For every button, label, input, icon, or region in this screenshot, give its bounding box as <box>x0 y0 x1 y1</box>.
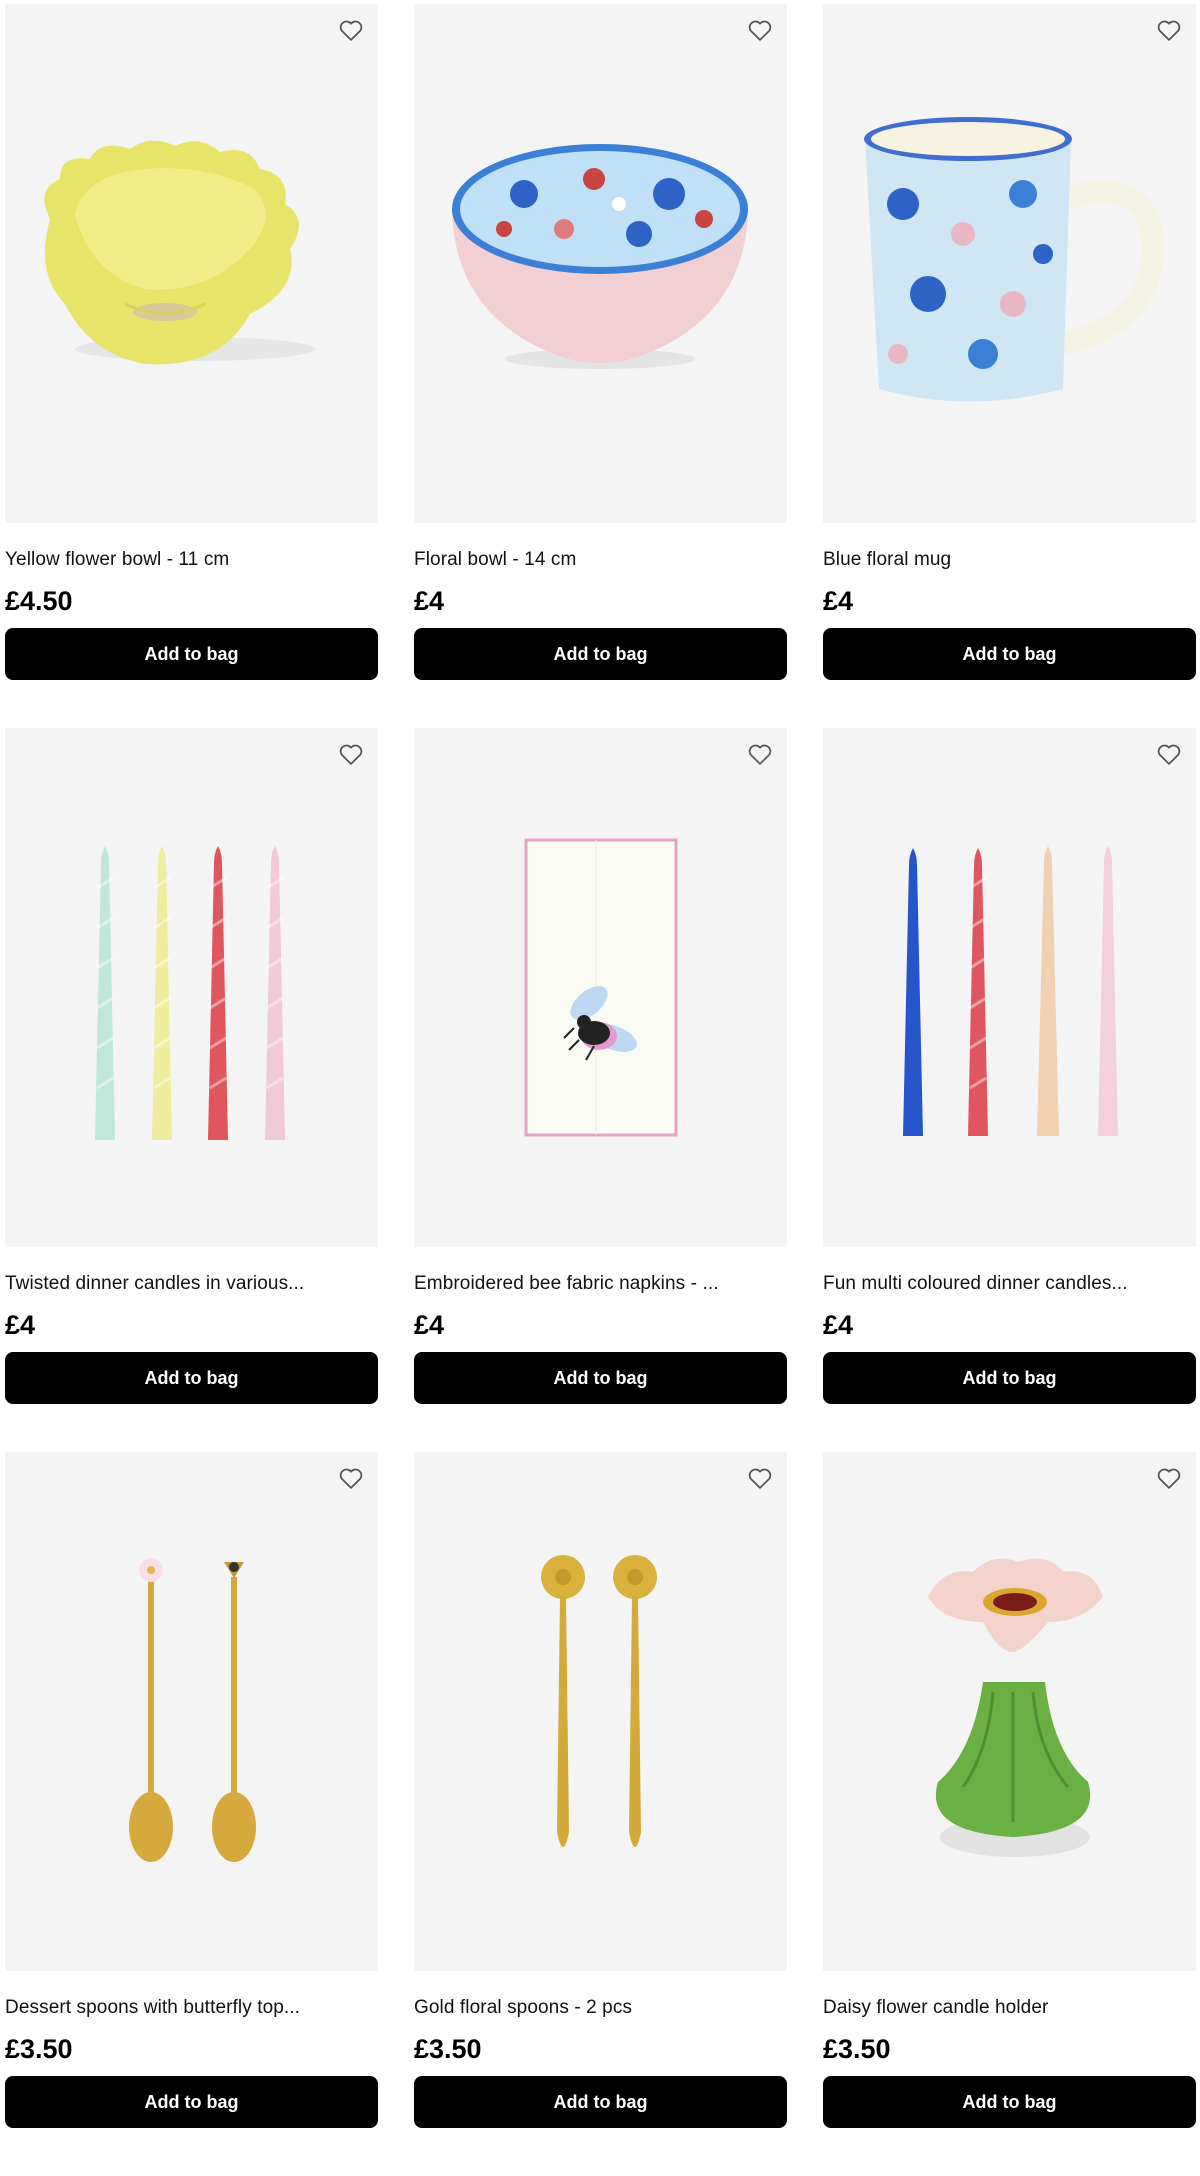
product-price: £4 <box>5 1310 36 1340</box>
add-to-bag-button[interactable]: Add to bag <box>823 1352 1196 1404</box>
product-card[interactable]: Dessert spoons with butterfly top... £3.… <box>5 1452 378 2176</box>
product-name[interactable]: Twisted dinner candles in various... <box>5 1273 304 1295</box>
add-to-bag-button[interactable]: Add to bag <box>5 1352 378 1404</box>
product-name[interactable]: Embroidered bee fabric napkins - ... <box>414 1273 719 1295</box>
product-card[interactable]: Embroidered bee fabric napkins - ... £4 … <box>414 728 787 1452</box>
product-name[interactable]: Yellow flower bowl - 11 cm <box>5 549 229 571</box>
heart-outline-icon <box>748 20 772 41</box>
product-price: £4 <box>823 586 854 616</box>
favourite-button[interactable] <box>1154 16 1184 46</box>
product-name[interactable]: Floral bowl - 14 cm <box>414 549 576 571</box>
add-to-bag-button[interactable]: Add to bag <box>5 628 378 680</box>
favourite-button[interactable] <box>336 740 366 770</box>
favourite-button[interactable] <box>336 1464 366 1494</box>
heart-outline-icon <box>339 1468 363 1489</box>
product-grid: Yellow flower bowl - 11 cm £4.50 Add to … <box>5 4 1196 2176</box>
product-name[interactable]: Daisy flower candle holder <box>823 1997 1048 2019</box>
product-card[interactable]: Twisted dinner candles in various... £4 … <box>5 728 378 1452</box>
dessert-spoons-image <box>129 1558 256 1862</box>
product-price: £4 <box>823 1310 854 1340</box>
add-to-bag-button[interactable]: Add to bag <box>414 2076 787 2128</box>
daisy-candle-holder-image <box>928 1558 1103 1857</box>
product-image[interactable] <box>5 728 378 1247</box>
favourite-button[interactable] <box>1154 740 1184 770</box>
product-card[interactable]: Floral bowl - 14 cm £4 Add to bag <box>414 4 787 728</box>
heart-outline-icon <box>748 744 772 765</box>
heart-outline-icon <box>748 1468 772 1489</box>
product-card[interactable]: Daisy flower candle holder £3.50 Add to … <box>823 1452 1196 2176</box>
product-image[interactable] <box>823 1452 1196 1971</box>
add-to-bag-button[interactable]: Add to bag <box>823 2076 1196 2128</box>
add-to-bag-button[interactable]: Add to bag <box>414 628 787 680</box>
blue-floral-mug-image <box>864 117 1165 402</box>
gold-floral-spoons-image <box>541 1555 657 1847</box>
favourite-button[interactable] <box>745 1464 775 1494</box>
add-to-bag-button[interactable]: Add to bag <box>823 628 1196 680</box>
floral-bowl-image <box>452 144 748 369</box>
heart-outline-icon <box>1157 20 1181 41</box>
favourite-button[interactable] <box>1154 1464 1184 1494</box>
product-card[interactable]: Blue floral mug £4 Add to bag <box>823 4 1196 728</box>
twisted-candles-image <box>95 846 285 1140</box>
product-price: £3.50 <box>823 2034 891 2064</box>
product-price: £4 <box>414 586 445 616</box>
product-name[interactable]: Dessert spoons with butterfly top... <box>5 1997 300 2019</box>
heart-outline-icon <box>339 20 363 41</box>
product-price: £3.50 <box>414 2034 482 2064</box>
heart-outline-icon <box>1157 1468 1181 1489</box>
favourite-button[interactable] <box>745 16 775 46</box>
product-price: £4.50 <box>5 586 73 616</box>
favourite-button[interactable] <box>336 16 366 46</box>
product-card[interactable]: Yellow flower bowl - 11 cm £4.50 Add to … <box>5 4 378 728</box>
product-name[interactable]: Blue floral mug <box>823 549 951 571</box>
product-image[interactable] <box>414 1452 787 1971</box>
product-image[interactable] <box>5 1452 378 1971</box>
multi-candles-image <box>903 846 1118 1136</box>
product-card[interactable]: Gold floral spoons - 2 pcs £3.50 Add to … <box>414 1452 787 2176</box>
yellow-flower-bowl-image <box>44 140 315 365</box>
product-card[interactable]: Fun multi coloured dinner candles... £4 … <box>823 728 1196 1452</box>
product-name[interactable]: Gold floral spoons - 2 pcs <box>414 1997 632 2019</box>
product-price: £4 <box>414 1310 445 1340</box>
product-image[interactable] <box>823 728 1196 1247</box>
product-image[interactable] <box>823 4 1196 523</box>
product-image[interactable] <box>414 728 787 1247</box>
product-name[interactable]: Fun multi coloured dinner candles... <box>823 1273 1128 1295</box>
product-image[interactable] <box>414 4 787 523</box>
heart-outline-icon <box>339 744 363 765</box>
add-to-bag-button[interactable]: Add to bag <box>5 2076 378 2128</box>
add-to-bag-button[interactable]: Add to bag <box>414 1352 787 1404</box>
favourite-button[interactable] <box>745 740 775 770</box>
product-price: £3.50 <box>5 2034 73 2064</box>
bee-napkin-image <box>524 838 678 1137</box>
heart-outline-icon <box>1157 744 1181 765</box>
product-image[interactable] <box>5 4 378 523</box>
